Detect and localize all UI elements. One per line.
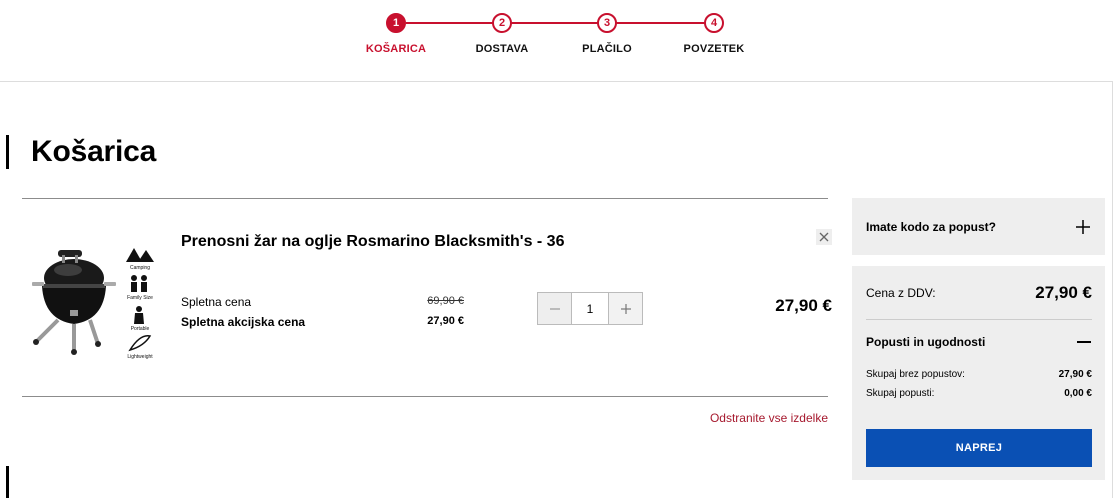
total-without-discounts-value: 27,90 € [1058,369,1092,380]
title-accent-bar [6,135,9,169]
total-without-discounts-row: Skupaj brez popustov: 27,90 € [866,369,1092,380]
minus-icon [1077,341,1091,343]
total-discounts-row: Skupaj popusti: 0,00 € [866,388,1092,399]
product-name-link[interactable]: Prenosni žar na oglje Rosmarino Blacksmi… [181,233,564,251]
step-1-label[interactable]: KOŠARICA [336,43,456,55]
portable-icon: Portable [131,306,150,332]
order-summary-panel: Cena z DDV: 27,90 € Popusti in ugodnosti… [852,266,1105,480]
coupon-code-toggle[interactable]: Imate kodo za popust? [852,198,1105,255]
plus-icon [1076,219,1090,234]
step-4-label[interactable]: POVZETEK [654,43,774,55]
sale-price-label: Spletna akcijska cena [181,315,306,329]
step-3-label[interactable]: PLAČILO [547,43,667,55]
product-image[interactable]: Camping Family Size Portable Lightweight [22,238,164,362]
price-with-vat-label: Cena z DDV: [866,286,936,300]
checkout-stepper: 1 2 3 4 KOŠARICA DOSTAVA PLAČILO POVZETE… [0,0,1113,82]
quantity-stepper [537,292,643,325]
sale-price-value: 27,90 € [427,315,464,327]
price-with-vat-row: Cena z DDV: 27,90 € [866,283,1092,303]
line-total-price: 27,90 € [775,296,832,315]
total-discounts-label: Skupaj popusti: [866,388,935,399]
page-title: Košarica [31,135,157,168]
total-discounts-value: 0,00 € [1064,388,1092,399]
next-button[interactable]: NAPREJ [866,429,1092,467]
total-without-discounts-label: Skupaj brez popustov: [866,369,965,380]
step-2-label[interactable]: DOSTAVA [442,43,562,55]
close-icon [819,232,829,242]
coupon-label: Imate kodo za popust? [866,219,997,234]
family-icon: Family Size [127,275,153,301]
lightweight-icon: Lightweight [127,335,153,360]
badge-label-family-size: Family Size [127,295,153,301]
step-2-circle[interactable]: 2 [492,13,512,33]
minus-icon [549,307,560,310]
price-with-vat-value: 27,90 € [1035,283,1092,302]
remove-item-button[interactable] [816,229,832,245]
online-price-label: Spletna cena [181,295,252,309]
discounts-toggle[interactable]: Popusti in ugodnosti [866,335,1092,349]
summary-divider [866,319,1092,320]
online-price-value: 69,90 € [427,295,464,307]
remove-all-items-link[interactable]: Odstranite vse izdelke [680,411,828,425]
step-3-circle[interactable]: 3 [597,13,617,33]
plus-icon [620,303,631,314]
cart-top-divider [22,198,828,199]
stepper-line [406,22,714,24]
quantity-increase-button[interactable] [609,293,642,324]
quantity-input[interactable] [571,293,609,324]
discounts-label: Popusti in ugodnosti [866,335,986,349]
step-4-circle[interactable]: 4 [704,13,724,33]
camping-icon: Camping [126,248,154,271]
badge-label-camping: Camping [130,265,150,271]
section-accent-bar [6,466,9,498]
badge-label-lightweight: Lightweight [127,354,153,360]
step-1-circle[interactable]: 1 [386,13,406,33]
cart-bottom-divider [22,396,828,397]
quantity-decrease-button[interactable] [538,293,571,324]
badge-label-portable: Portable [131,326,150,332]
